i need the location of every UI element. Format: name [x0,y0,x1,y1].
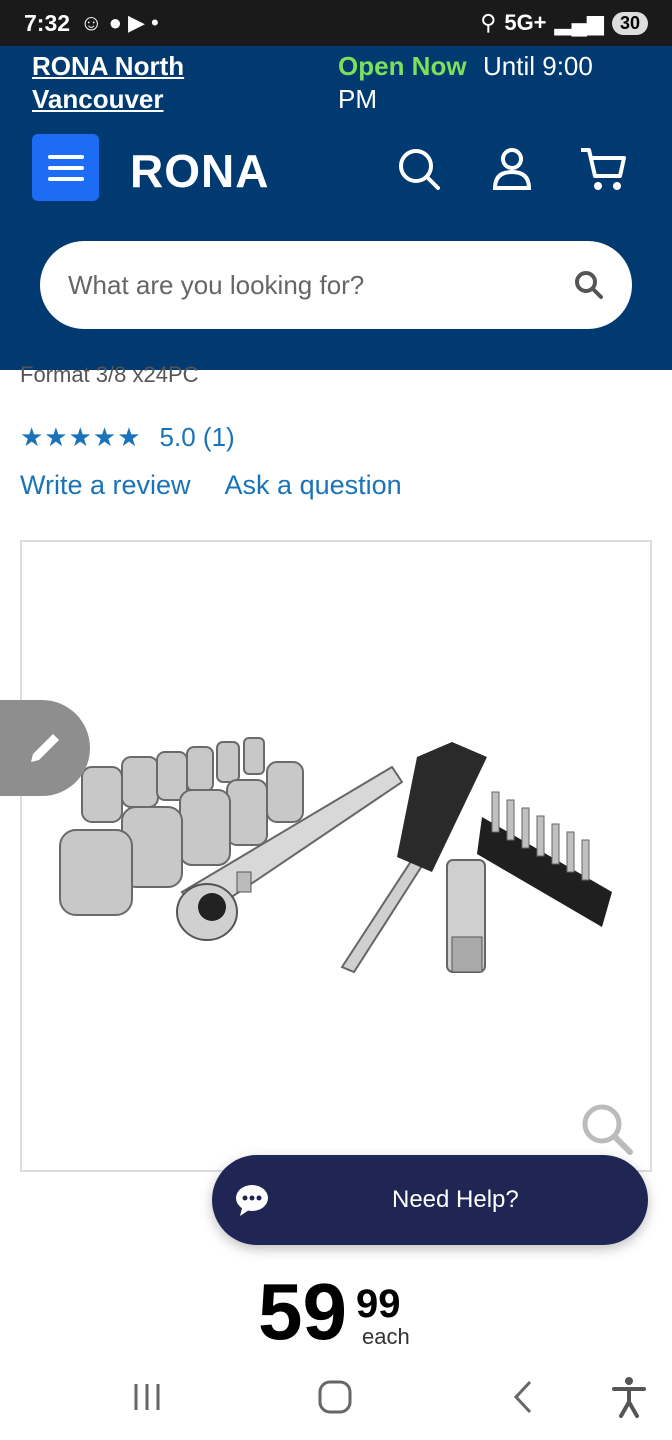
menu-icon-bar [47,165,84,170]
need-help-button[interactable]: Need Help? [212,1155,648,1245]
price-dollars: 59 [258,1267,347,1356]
chat-icon [236,1185,268,1216]
account-icon[interactable] [487,144,537,194]
location-icon: ⚲ [480,10,497,35]
menu-button[interactable] [32,134,99,201]
rating-value[interactable]: 5.0 (1) [160,422,235,453]
product-format: Format 3/8 x24PC [20,362,199,386]
search-bar[interactable] [40,241,632,329]
status-bar: 7:32 ☺ ● ▶ • ⚲ 5G+ ▂▄▆ 30 [0,0,672,46]
store-hours: Until 9:00 PM [338,51,593,114]
write-review-link[interactable]: Write a review [20,470,191,501]
rona-logo[interactable]: RONA [130,144,269,198]
notification-icons: ☺ ● ▶ • [80,10,159,35]
zoom-icon[interactable] [578,1100,634,1156]
network-label: 5G+ [504,10,547,35]
store-name-link[interactable]: RONA North Vancouver [32,50,262,116]
menu-icon-bar [47,176,84,181]
price-cents: 99 [356,1282,401,1326]
battery-badge: 30 [611,11,648,35]
product-image[interactable] [20,540,652,1172]
status-time: 7:32 [24,9,71,36]
ask-question-link[interactable]: Ask a question [225,470,402,501]
status-right: ⚲ 5G+ ▂▄▆ 30 [480,10,648,36]
search-submit-icon[interactable] [574,270,604,300]
review-links: Write a review Ask a question [20,470,402,501]
system-nav-bar [0,1352,672,1440]
site-header: RONA [0,116,672,370]
store-bar: RONA North Vancouver Open Now Until 9:00… [0,46,672,116]
signal-icon: ▂▄▆ [554,10,604,35]
accessibility-icon[interactable] [604,1372,654,1422]
socket-set-image [59,737,612,974]
menu-icon-bar [47,154,84,159]
cart-icon[interactable] [578,144,628,194]
home-icon[interactable] [310,1372,360,1422]
rating-row[interactable]: ★★★★★ 5.0 (1) [20,422,235,453]
need-help-label: Need Help? [392,1186,519,1213]
search-icon[interactable] [394,144,444,194]
price: 59 99 each [258,1272,438,1352]
price-unit: each [362,1324,410,1349]
back-icon[interactable] [498,1372,548,1422]
pencil-icon [31,734,59,762]
search-input[interactable] [68,269,574,301]
recent-apps-icon[interactable] [122,1372,172,1422]
star-rating: ★★★★★ [20,422,142,452]
